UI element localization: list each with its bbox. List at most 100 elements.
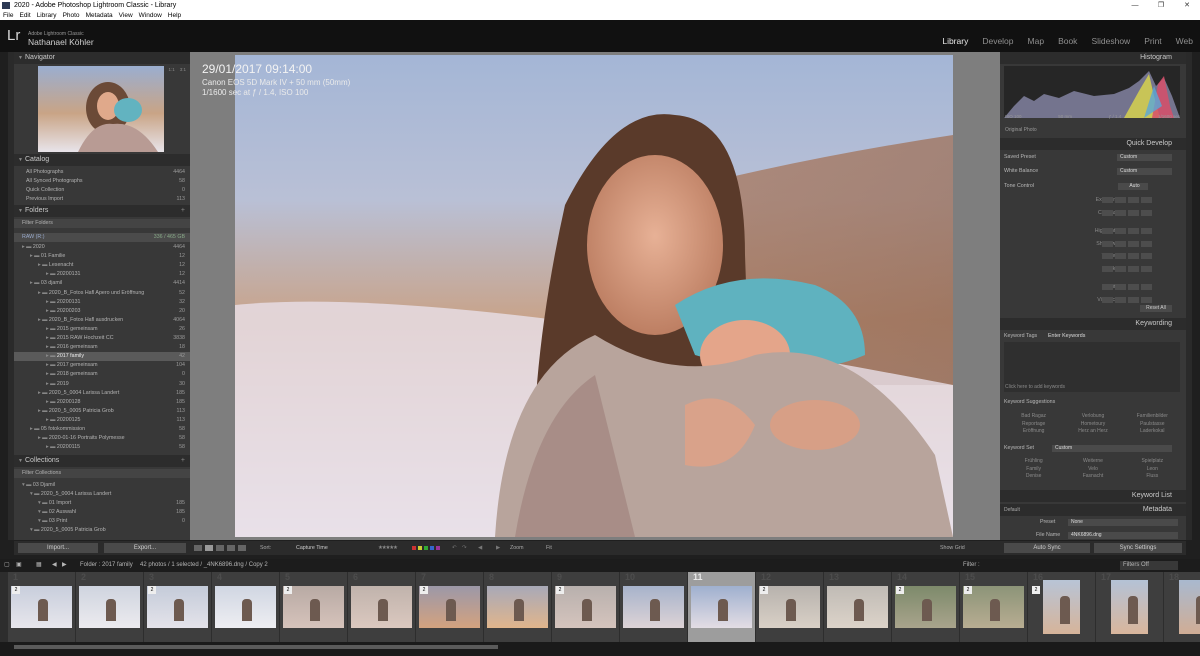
keyword-chip[interactable]: Verlobung [1063, 413, 1122, 421]
slider-step-buttons[interactable] [1102, 265, 1152, 272]
keyword-chip[interactable]: Fasnacht [1063, 473, 1122, 481]
filmstrip-thumb[interactable]: 12 2 [756, 572, 823, 642]
keyword-chip[interactable]: Familienbilder [1123, 413, 1182, 421]
monitor-1-icon[interactable]: ▢ [4, 559, 10, 572]
filmstrip-thumb[interactable]: 32 [144, 572, 211, 642]
folder-item[interactable]: ▸ ▬ 20200115 58 [14, 443, 190, 452]
forward-icon[interactable]: ▶ [62, 559, 67, 572]
filmstrip-thumb[interactable]: 92 [552, 572, 619, 642]
keyword-chip[interactable]: Spielplatz [1123, 458, 1182, 466]
auto-tone-button[interactable]: Auto [1118, 183, 1148, 190]
folder-item[interactable]: ▸ ▬ 2020_5_0005 Patricia Grob 113 [14, 407, 190, 416]
add-keywords-hint[interactable]: Click here to add keywords [1005, 384, 1065, 390]
collection-item[interactable]: ▾ ▬ 2020_5_0005 Patricia Grob [14, 526, 190, 535]
keyword-chip[interactable]: Family [1004, 466, 1063, 474]
folder-item[interactable]: ▸ ▬ 2020 4464 [14, 243, 190, 252]
compare-view-icon[interactable] [216, 545, 224, 551]
module-book[interactable]: Book [1051, 36, 1084, 46]
zoom-3-1[interactable]: 3:1 [180, 64, 186, 76]
show-grid-label[interactable]: Show Grid [940, 541, 965, 555]
filmstrip-folder[interactable]: Folder : 2017 family [80, 559, 133, 572]
histogram-header[interactable]: Histogram [1000, 52, 1186, 64]
collection-item[interactable]: ▾ ▬ 03 Djamil [14, 481, 190, 490]
keyword-set-select[interactable]: Custom [1052, 445, 1172, 452]
sync-settings-button[interactable]: Sync Settings [1094, 543, 1182, 553]
slider-step-buttons[interactable] [1102, 240, 1152, 247]
catalog-header[interactable]: ▼ Catalog [14, 154, 190, 166]
module-web[interactable]: Web [1169, 36, 1200, 46]
filmstrip-thumb[interactable]: 6 [348, 572, 415, 642]
folder-item[interactable]: ▸ ▬ 20200128 185 [14, 398, 190, 407]
menu-help[interactable]: Help [168, 11, 181, 20]
collection-item[interactable]: ▾ ▬ 01 Import 185 [14, 499, 190, 508]
module-develop[interactable]: Develop [975, 36, 1020, 46]
menu-window[interactable]: Window [139, 11, 162, 20]
folder-item[interactable]: ▸ ▬ 2017 family 42 [14, 352, 190, 362]
slider-step-buttons[interactable] [1102, 228, 1152, 234]
slideshow-play-icon[interactable]: ▶ [496, 541, 500, 555]
keyword-chip[interactable]: Frühling [1004, 458, 1063, 466]
folder-item[interactable]: ▸ ▬ 20200131 12 [14, 270, 190, 279]
slider-step-buttons[interactable] [1102, 209, 1152, 216]
sort-select[interactable]: Capture Time [296, 541, 328, 555]
right-panel-scrollbar[interactable] [1186, 52, 1192, 540]
keyword-chip[interactable]: Hometoury [1063, 421, 1122, 429]
menu-file[interactable]: File [3, 11, 13, 20]
keyword-chip[interactable]: Reportage [1004, 421, 1063, 429]
menu-photo[interactable]: Photo [63, 11, 80, 20]
keyword-chip[interactable]: Leon [1123, 466, 1182, 474]
keyword-chip[interactable]: Paulstasse [1123, 421, 1182, 429]
filmstrip-thumb[interactable]: 13 [824, 572, 891, 642]
zoom-1-1[interactable]: 1:1 [168, 64, 174, 76]
metadata-preset-value[interactable]: None [1068, 519, 1178, 526]
module-print[interactable]: Print [1137, 36, 1168, 46]
folder-item[interactable]: ▸ ▬ 2017 gemeinsam 104 [14, 361, 190, 370]
keyword-chip[interactable]: Velo [1063, 466, 1122, 474]
folder-item[interactable]: ▸ ▬ 2020_5_0004 Larissa Landert 185 [14, 389, 190, 398]
module-library[interactable]: Library [935, 36, 975, 46]
filmstrip-thumb[interactable]: 18 [1164, 572, 1200, 642]
metadata-preset-select[interactable]: Default [1004, 504, 1020, 516]
folder-item[interactable]: ▸ ▬ 2018 gemeinsam 0 [14, 370, 190, 379]
folder-item[interactable]: ▸ ▬ 01 Familie 12 [14, 252, 190, 261]
catalog-item[interactable]: Previous Import 113 [14, 195, 190, 204]
folder-item[interactable]: ▸ ▬ 20200131 32 [14, 298, 190, 307]
filmstrip-thumb[interactable]: 11 [688, 572, 755, 642]
folder-item[interactable]: ▸ ▬ 2020-01-16 Portraits Polymesse 58 [14, 434, 190, 443]
import-button[interactable]: Import... [18, 543, 98, 553]
histogram[interactable] [1004, 66, 1180, 118]
rating-stars[interactable]: ★★★★★ [378, 541, 398, 555]
saved-preset-select[interactable]: Custom [1117, 154, 1172, 161]
folder-item[interactable]: ▸ ▬ 2015 RAW Hochzeit CC 3838 [14, 334, 190, 343]
survey-view-icon[interactable] [227, 545, 235, 551]
menu-edit[interactable]: Edit [19, 11, 30, 20]
reset-all-button[interactable]: Reset All [1140, 305, 1172, 312]
collections-header[interactable]: ▼ Collections + [14, 455, 190, 467]
filmstrip-thumb[interactable]: 16 2 [1028, 572, 1095, 642]
filmstrip-thumb[interactable]: 4 [212, 572, 279, 642]
filters-off-select[interactable]: Filters Off [1120, 561, 1178, 570]
monitor-2-icon[interactable]: ▣ [16, 559, 22, 572]
menu-library[interactable]: Library [37, 11, 57, 20]
filmstrip-thumb[interactable]: 2 [76, 572, 143, 642]
filmstrip-thumb[interactable]: 8 [484, 572, 551, 642]
keyword-chip[interactable]: Denise [1004, 473, 1063, 481]
folder-item[interactable]: ▸ ▬ 2020_B_Fotos Hafl ausdrucken 4064 [14, 316, 190, 325]
folder-item[interactable]: ▸ ▬ 03 djamil 4414 [14, 279, 190, 288]
menu-view[interactable]: View [119, 11, 133, 20]
folder-item[interactable]: ▸ ▬ 2016 gemeinsam 18 [14, 343, 190, 352]
people-view-icon[interactable] [238, 545, 246, 551]
filmstrip-thumb[interactable]: 52 [280, 572, 347, 642]
rotate-right-icon[interactable]: ↷ [462, 541, 466, 555]
grid-icon[interactable]: ▦ [36, 559, 42, 572]
white-balance-select[interactable]: Custom [1117, 168, 1172, 175]
zoom-value[interactable]: Fit [546, 541, 552, 555]
slider-step-buttons[interactable] [1102, 296, 1152, 303]
keyword-chip[interactable]: Weiterne [1063, 458, 1122, 466]
folder-item[interactable]: ▸ ▬ 05 fotokommission 58 [14, 425, 190, 434]
volume-row[interactable]: RAW (R:) 336 / 465 GB [14, 233, 190, 242]
filmstrip-thumb[interactable]: 17 [1096, 572, 1163, 642]
catalog-item[interactable]: All Synced Photographs 58 [14, 177, 190, 186]
back-icon[interactable]: ◀ [52, 559, 57, 572]
slider-step-buttons[interactable] [1102, 253, 1152, 259]
